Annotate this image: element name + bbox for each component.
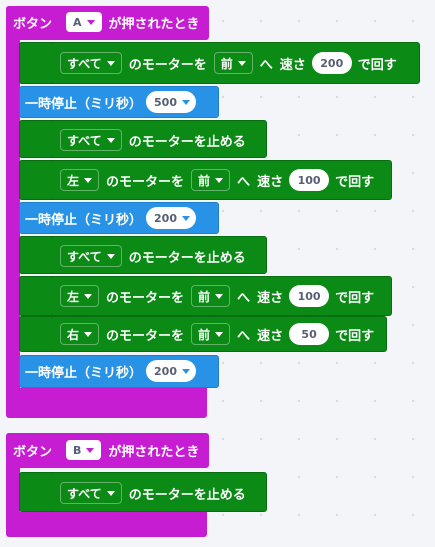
direction-label: へ: [259, 57, 273, 73]
motor-block-notch: [19, 120, 53, 158]
motor-target-dropdown[interactable]: すべて: [60, 129, 122, 151]
hat-block-footer: [6, 388, 207, 418]
chevron-down-icon: [237, 60, 246, 66]
motor-target-dropdown[interactable]: すべて: [60, 482, 122, 504]
chevron-down-icon: [215, 331, 224, 337]
chevron-down-icon: [106, 253, 115, 259]
hat-label-suffix: が押されたとき: [108, 444, 200, 460]
motor-block-notch: [19, 472, 53, 512]
motor-block-notch: [19, 276, 53, 316]
speed-input[interactable]: 200: [311, 52, 352, 74]
motor-block-notch: [19, 236, 53, 274]
rotate-label: で回す: [357, 57, 397, 73]
direction-label: へ: [237, 290, 251, 306]
chevron-down-icon: [84, 331, 93, 337]
motor-label: のモーターを: [128, 57, 207, 73]
speed-label: 速さ: [257, 174, 284, 190]
hat-label-suffix: が押されたとき: [108, 16, 200, 32]
direction-label: へ: [237, 174, 251, 190]
chevron-down-icon: [106, 60, 115, 66]
rotate-label: で回す: [335, 174, 375, 190]
speed-label: 速さ: [257, 290, 284, 306]
motor-stop-label: のモーターを止める: [128, 487, 246, 503]
chevron-down-icon: [181, 99, 190, 105]
rotate-label: で回す: [335, 328, 375, 344]
speed-label: 速さ: [257, 328, 284, 344]
motor-target-dropdown[interactable]: 左: [60, 169, 100, 191]
chevron-down-icon: [84, 293, 93, 299]
hat-label-prefix: ボタン: [13, 444, 53, 460]
direction-label: へ: [237, 328, 251, 344]
pause-duration-dropdown[interactable]: 500: [146, 91, 196, 113]
motor-stop-label: のモーターを止める: [128, 134, 246, 150]
hat-block-footer: [6, 512, 207, 537]
chevron-down-icon: [106, 137, 115, 143]
chevron-down-icon: [84, 177, 93, 183]
chevron-down-icon: [215, 177, 224, 183]
chevron-down-icon: [86, 19, 95, 25]
pause-duration-dropdown[interactable]: 200: [146, 360, 196, 382]
chevron-down-icon: [181, 215, 190, 221]
motor-block-notch: [19, 316, 53, 352]
motor-stop-label: のモーターを止める: [128, 250, 246, 266]
direction-dropdown[interactable]: 前: [191, 285, 231, 307]
hat-block-spine: [6, 6, 20, 402]
speed-label: 速さ: [279, 57, 306, 73]
pause-label: 一時停止（ミリ秒）: [25, 96, 143, 112]
pause-label: 一時停止（ミリ秒）: [25, 212, 143, 228]
direction-dropdown[interactable]: 前: [191, 169, 231, 191]
hat-label-prefix: ボタン: [13, 16, 53, 32]
speed-input[interactable]: 50: [289, 323, 330, 345]
button-select-dropdown[interactable]: A: [66, 12, 102, 32]
pause-label: 一時停止（ミリ秒）: [25, 365, 143, 381]
chevron-down-icon: [86, 447, 95, 453]
motor-block-notch: [19, 42, 53, 84]
button-select-dropdown[interactable]: B: [66, 440, 102, 460]
motor-label: のモーターを: [106, 290, 185, 306]
motor-target-dropdown[interactable]: すべて: [60, 245, 122, 267]
speed-input[interactable]: 100: [289, 285, 330, 307]
direction-dropdown[interactable]: 前: [213, 52, 253, 74]
motor-block-notch: [19, 160, 53, 200]
rotate-label: で回す: [335, 290, 375, 306]
chevron-down-icon: [181, 368, 190, 374]
chevron-down-icon: [215, 293, 224, 299]
motor-target-dropdown[interactable]: すべて: [60, 52, 122, 74]
motor-target-dropdown[interactable]: 右: [60, 323, 100, 345]
pause-duration-dropdown[interactable]: 200: [146, 207, 196, 229]
speed-input[interactable]: 100: [289, 169, 330, 191]
direction-dropdown[interactable]: 前: [191, 323, 231, 345]
motor-target-dropdown[interactable]: 左: [60, 285, 100, 307]
chevron-down-icon: [106, 490, 115, 496]
motor-label: のモーターを: [106, 174, 185, 190]
motor-label: のモーターを: [106, 328, 185, 344]
